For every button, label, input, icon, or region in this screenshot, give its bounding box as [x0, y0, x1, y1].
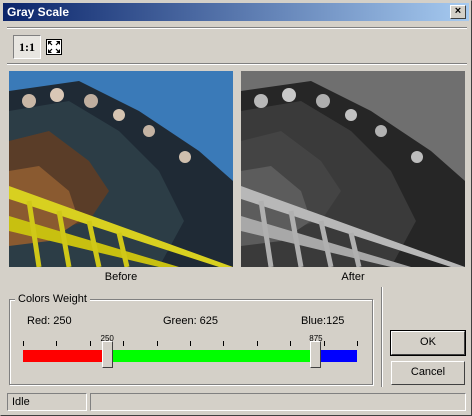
red-weight-label: Red: 250 [27, 315, 72, 327]
toolbar-bottom-divider [7, 63, 467, 65]
actual-size-label: 1:1 [19, 39, 35, 54]
close-button[interactable]: × [450, 5, 466, 19]
gray-scale-dialog: Gray Scale × 1:1 Before After Colors Wei… [0, 0, 472, 416]
colors-weight-title: Colors Weight [15, 293, 90, 305]
status-extra [90, 393, 466, 411]
cancel-button[interactable]: Cancel [391, 361, 465, 385]
slider-tick [190, 341, 191, 346]
ok-button[interactable]: OK [390, 330, 466, 356]
title-bar[interactable]: Gray Scale × [3, 3, 469, 21]
slider-thumb-green-blue[interactable] [310, 341, 322, 368]
after-photo [241, 71, 465, 267]
after-label: After [341, 271, 365, 283]
green-weight-label: Green: 625 [163, 315, 219, 327]
blue-weight-label: Blue:125 [301, 315, 345, 327]
slider-tick [56, 341, 58, 346]
status-text: Idle [7, 393, 87, 411]
window-title: Gray Scale [7, 5, 70, 19]
slider-thumb-red-green[interactable] [101, 341, 113, 368]
slider-tick [23, 341, 24, 346]
slider-tick [223, 341, 225, 346]
slider-tick [89, 341, 91, 346]
slider-tick [323, 341, 325, 346]
after-image [241, 71, 465, 267]
toolbar-top-divider [7, 27, 467, 29]
slider-tick [123, 341, 125, 346]
green-segment [106, 350, 316, 362]
close-icon: × [454, 5, 462, 17]
actual-size-button[interactable]: 1:1 [13, 35, 41, 59]
fit-to-window-button[interactable] [43, 35, 65, 59]
before-label: Before [104, 271, 138, 283]
slider-tick [290, 341, 292, 346]
slider-tick [156, 341, 158, 346]
before-image [9, 71, 233, 267]
blue-segment [315, 350, 357, 362]
fit-to-window-icon [46, 39, 62, 55]
button-divider [381, 287, 383, 387]
red-segment [23, 350, 107, 362]
slider-tick [357, 341, 358, 346]
slider-tick [256, 341, 258, 346]
before-photo [9, 71, 233, 267]
